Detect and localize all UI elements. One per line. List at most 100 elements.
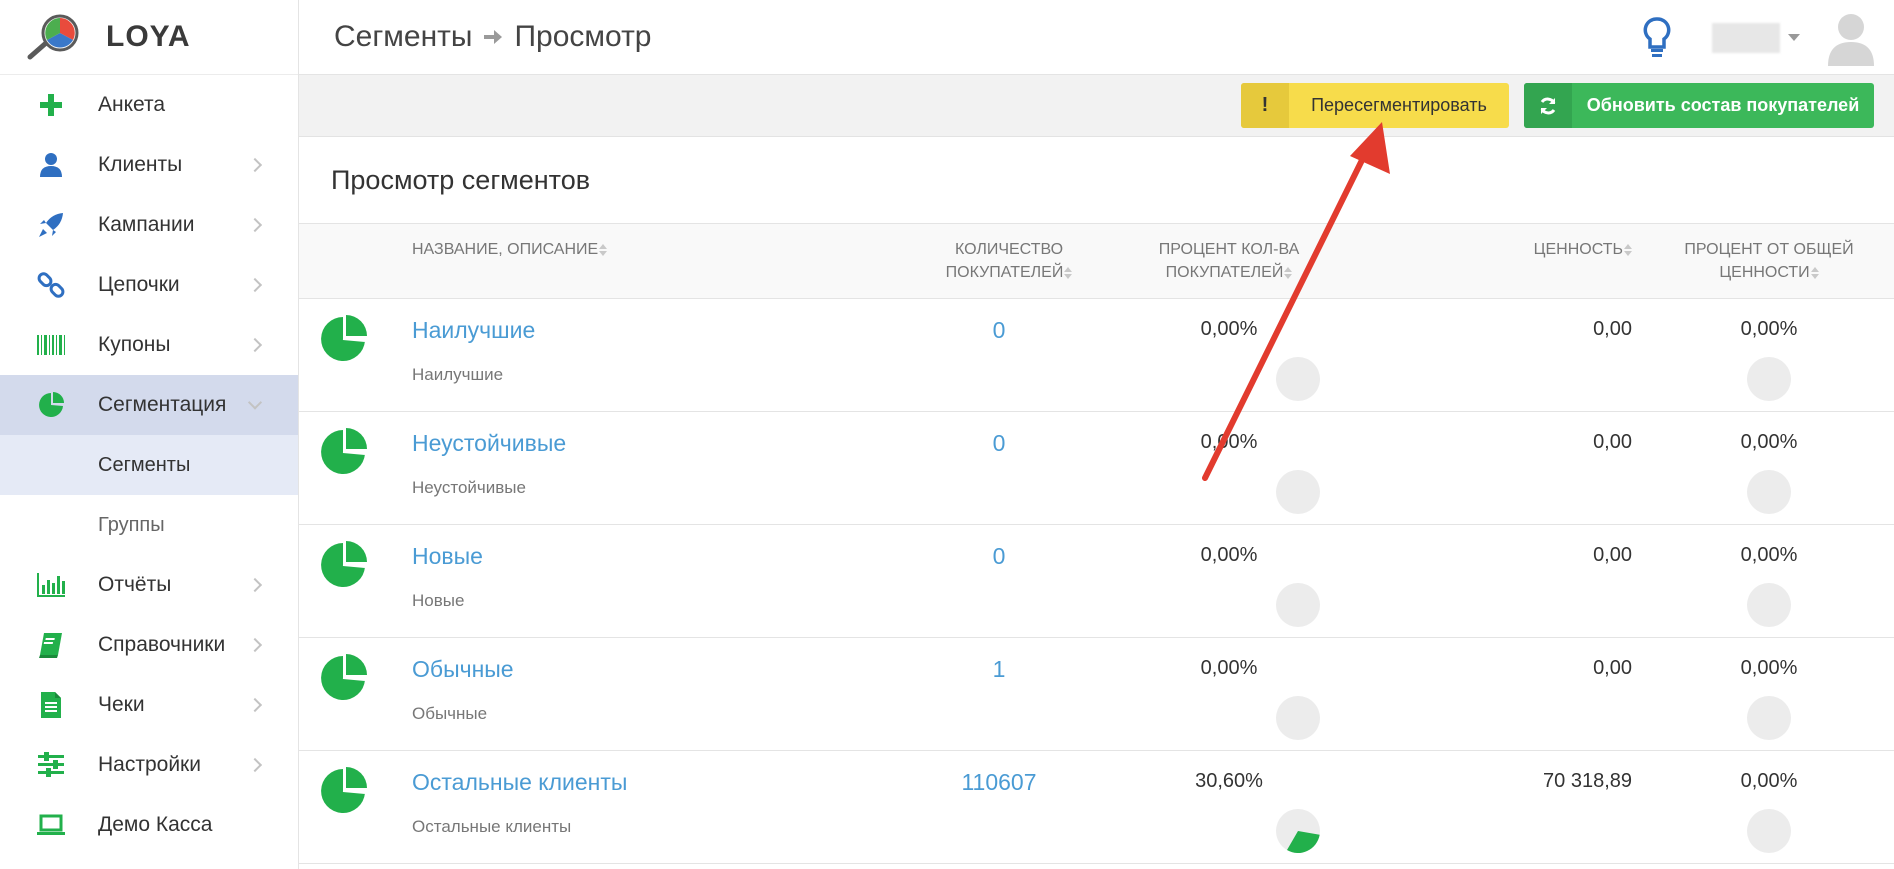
segment-name-link[interactable]: Остальные клиенты	[412, 769, 627, 796]
resegment-button[interactable]: ! Пересегментировать	[1241, 83, 1509, 128]
segment-value: 0,00	[1593, 318, 1632, 340]
column-header-value-percent-line2: ЦЕННОСТИ	[1719, 264, 1810, 281]
sidebar-item-receipts[interactable]: Чеки	[0, 675, 298, 735]
user-name-blurred[interactable]	[1712, 22, 1780, 53]
segment-count-percent: 0,00%	[1200, 318, 1258, 340]
pie-background	[1276, 696, 1320, 740]
segment-description: Остальные клиенты	[412, 817, 572, 836]
user-icon	[36, 151, 66, 179]
refresh-icon	[1524, 83, 1572, 128]
lightbulb-icon[interactable]	[1642, 16, 1672, 60]
rocket-icon	[36, 211, 66, 239]
chevron-right-icon	[247, 697, 263, 713]
segment-count-link[interactable]: 0	[959, 430, 1039, 457]
column-header-name[interactable]: НАЗВАНИЕ, ОПИСАНИЕ	[412, 238, 608, 261]
sidebar-item-label: Сегментация	[98, 393, 227, 416]
page-title: Просмотр сегментов	[299, 137, 1894, 224]
table-row: Наилучшие Наилучшие 0 0,00% 0,00 0,00%	[299, 299, 1894, 412]
chevron-right-icon	[247, 277, 263, 293]
segment-pie-icon	[321, 428, 367, 474]
segment-value: 0,00	[1593, 657, 1632, 679]
sort-icon	[599, 243, 608, 256]
segment-name-link[interactable]: Новые	[412, 543, 483, 570]
pie-background	[1747, 809, 1791, 853]
breadcrumb-view: Просмотр	[514, 20, 652, 53]
sidebar-item-settings[interactable]: Настройки	[0, 735, 298, 795]
count-percent-pie	[1276, 470, 1320, 514]
caret-down-icon[interactable]	[1788, 34, 1800, 41]
resegment-button-label: Пересегментировать	[1311, 95, 1487, 115]
pie-background	[1747, 470, 1791, 514]
sort-icon	[1624, 243, 1632, 256]
pie-background	[1747, 583, 1791, 627]
header-actions	[1642, 0, 1876, 75]
column-header-value[interactable]: ЦЕННОСТЬ	[1499, 238, 1632, 261]
segment-count-link[interactable]: 0	[959, 543, 1039, 570]
segment-name-link[interactable]: Наилучшие	[412, 317, 535, 344]
column-header-value-percent-line1: ПРОЦЕНТ ОТ ОБЩЕЙ	[1684, 241, 1854, 258]
segment-pie-icon	[321, 654, 367, 700]
app-name: LOYA	[106, 20, 191, 53]
sidebar-item-anketa[interactable]: Анкета	[0, 75, 298, 135]
sort-icon	[1064, 266, 1073, 279]
segment-value: 70 318,89	[1543, 770, 1632, 792]
column-header-count-percent[interactable]: ПРОЦЕНТ КОЛ-ВА ПОКУПАТЕЛЕЙ	[1154, 238, 1304, 284]
exclamation-icon: !	[1241, 83, 1289, 128]
sidebar-item-reports[interactable]: Отчёты	[0, 555, 298, 615]
chevron-right-icon	[247, 637, 263, 653]
column-header-count-percent-line1: ПРОЦЕНТ КОЛ-ВА	[1158, 241, 1300, 258]
logo[interactable]: LOYA	[0, 0, 298, 75]
segment-name-link[interactable]: Обычные	[412, 656, 514, 683]
chevron-right-icon	[247, 577, 263, 593]
sidebar-item-chains[interactable]: Цепочки	[0, 255, 298, 315]
sidebar-subitem-segments[interactable]: Сегменты	[0, 435, 298, 495]
segment-description: Наилучшие	[412, 365, 504, 384]
sidebar-subitem-groups[interactable]: Группы	[0, 495, 298, 555]
sidebar-item-segmentation[interactable]: Сегментация	[0, 375, 298, 435]
value-percent-pie	[1747, 809, 1791, 853]
sidebar-item-label: Чеки	[98, 693, 145, 716]
arrow-right-icon	[482, 27, 504, 47]
top-header: Сегменты Просмотр	[299, 0, 1894, 75]
column-header-count-percent-line2: ПОКУПАТЕЛЕЙ	[1165, 264, 1284, 281]
segment-count-link[interactable]: 110607	[959, 769, 1039, 796]
chevron-down-icon	[247, 395, 263, 410]
count-percent-pie	[1276, 357, 1320, 401]
sidebar-item-directories[interactable]: Справочники	[0, 615, 298, 675]
table-row: Остальные клиенты Остальные клиенты 1106…	[299, 751, 1894, 864]
avatar[interactable]	[1826, 10, 1876, 66]
update-buyers-button-label: Обновить состав покупателей	[1586, 95, 1860, 115]
segment-description: Новые	[412, 591, 465, 610]
column-header-value-percent[interactable]: ПРОЦЕНТ ОТ ОБЩЕЙ ЦЕННОСТИ	[1679, 238, 1859, 284]
pie-chart-icon	[36, 391, 66, 419]
sidebar-item-demo-pos[interactable]: Демо Касса	[0, 795, 298, 855]
column-header-count-line1: КОЛИЧЕСТВО	[954, 241, 1064, 258]
segment-name-link[interactable]: Неустойчивые	[412, 430, 566, 457]
table-row: Обычные Обычные 1 0,00% 0,00 0,00%	[299, 638, 1894, 751]
value-percent-pie	[1747, 583, 1791, 627]
sort-icon	[1284, 266, 1293, 279]
sidebar-nav: Анкета Клиенты Кампании Цепочки Купоны С…	[0, 75, 298, 855]
sidebar-item-coupons[interactable]: Купоны	[0, 315, 298, 375]
plus-icon	[36, 91, 66, 119]
update-buyers-button[interactable]: Обновить состав покупателей	[1524, 83, 1874, 128]
sidebar-item-label: Справочники	[98, 633, 226, 656]
app-root: LOYA Анкета Клиенты Кампании Цепочки Куп…	[0, 0, 1894, 869]
segment-count-percent: 30,60%	[1195, 770, 1263, 792]
segment-count-link[interactable]: 1	[959, 656, 1039, 683]
count-percent-pie	[1276, 809, 1320, 853]
sliders-icon	[36, 751, 66, 779]
segment-count-percent: 0,00%	[1200, 431, 1258, 453]
segment-value: 0,00	[1593, 431, 1632, 453]
book-icon	[36, 631, 66, 659]
sidebar-item-campaigns[interactable]: Кампании	[0, 195, 298, 255]
pie-background	[1747, 696, 1791, 740]
column-header-count[interactable]: КОЛИЧЕСТВО ПОКУПАТЕЛЕЙ	[939, 238, 1079, 284]
breadcrumb-segments[interactable]: Сегменты	[334, 20, 472, 54]
sidebar-item-clients[interactable]: Клиенты	[0, 135, 298, 195]
bar-chart-icon	[36, 571, 66, 599]
segment-count-link[interactable]: 0	[959, 317, 1039, 344]
main-content: Просмотр сегментов НАЗВАНИЕ, ОПИСАНИЕ КО…	[299, 137, 1894, 864]
logo-magnifier-icon	[27, 14, 79, 60]
count-percent-pie	[1276, 696, 1320, 740]
